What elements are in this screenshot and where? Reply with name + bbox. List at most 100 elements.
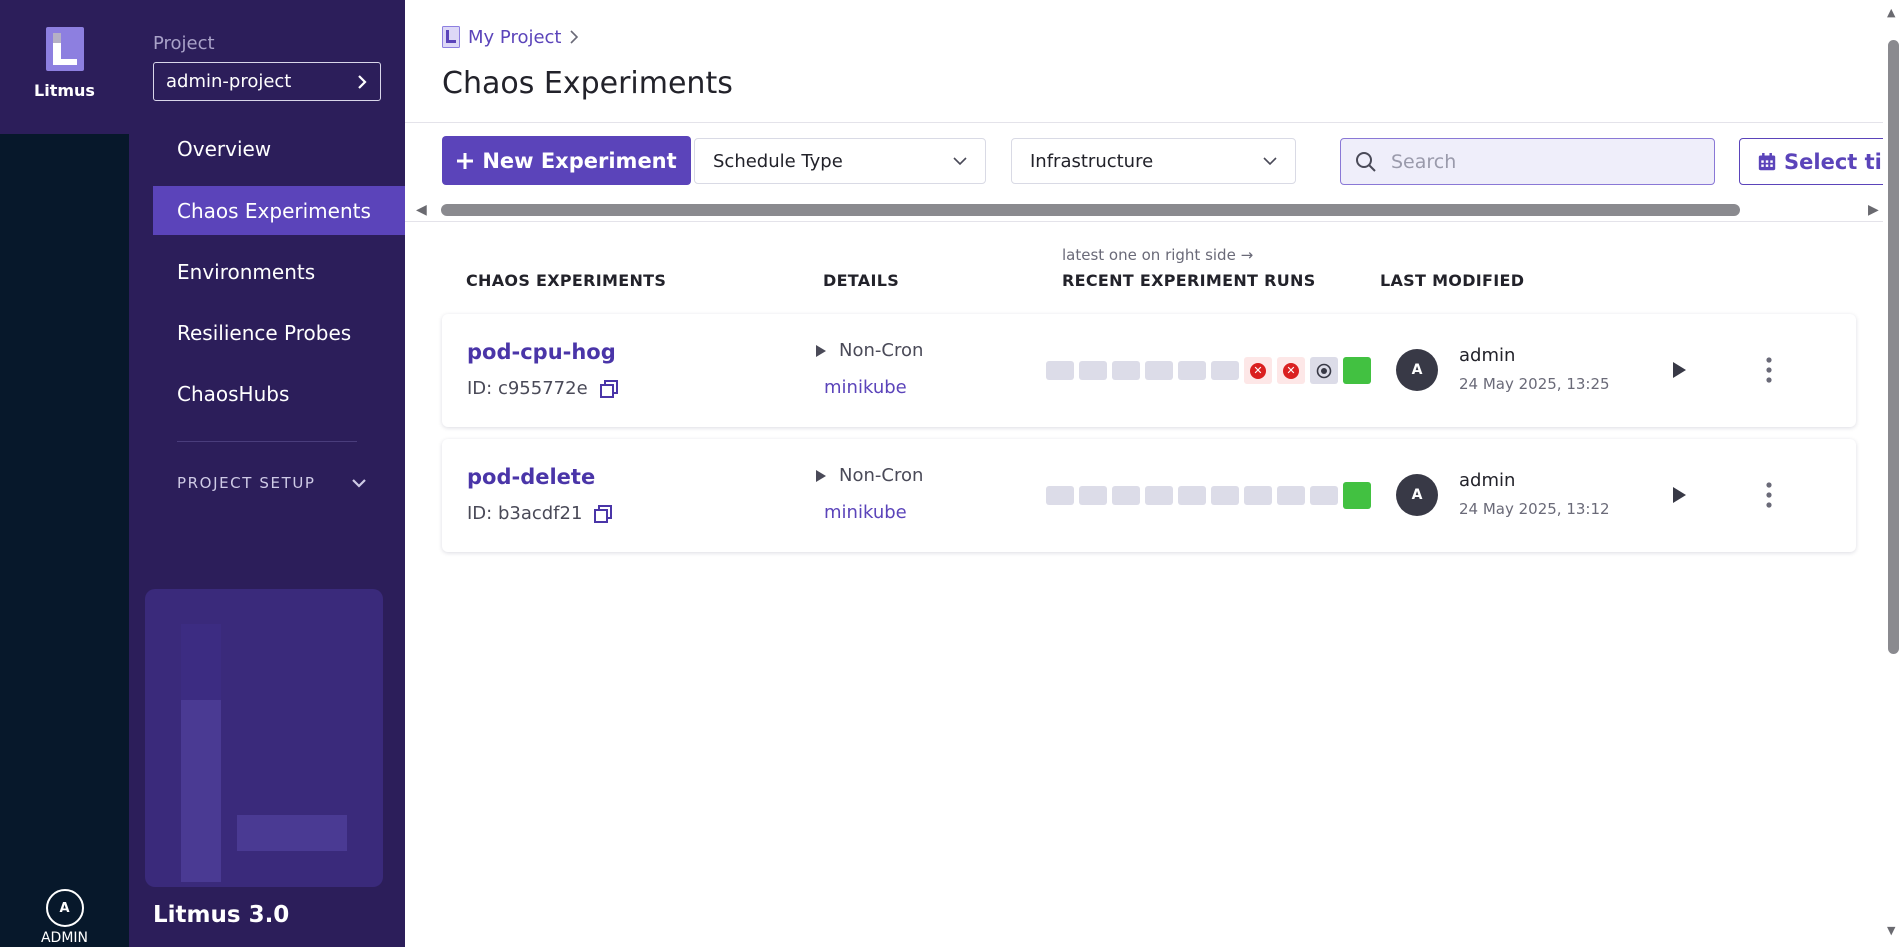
copy-icon[interactable]: [594, 504, 613, 523]
table-row[interactable]: pod-cpu-hog ID: c955772e Non-Cron miniku…: [442, 314, 1856, 427]
run-status-empty: [1046, 361, 1074, 380]
app-rail: Litmus A ADMIN: [0, 0, 129, 947]
column-header-details: DETAILS: [823, 271, 900, 290]
new-experiment-button[interactable]: New Experiment: [442, 136, 691, 185]
toolbar-divider: [405, 221, 1883, 222]
sidebar-item-label: Overview: [177, 136, 272, 161]
project-name: admin-project: [166, 71, 292, 92]
chevron-down-icon: [1263, 156, 1277, 165]
experiment-name[interactable]: pod-cpu-hog: [467, 340, 616, 364]
litmus-logo-icon: [45, 27, 84, 71]
user-avatar[interactable]: A: [45, 889, 84, 927]
recent-runs: [1046, 482, 1371, 509]
illustration-bar: [237, 815, 347, 851]
more-options-button[interactable]: [1758, 354, 1780, 386]
experiment-id-text: ID: b3acdf21: [467, 503, 583, 524]
scroll-up-icon[interactable]: ▲: [1887, 6, 1895, 19]
plus-icon: [457, 152, 474, 169]
new-experiment-label: New Experiment: [482, 148, 677, 173]
error-icon: ✕: [1283, 362, 1299, 379]
project-selector[interactable]: admin-project: [153, 62, 381, 101]
select-time-label: Select time: [1784, 149, 1883, 174]
select-time-button[interactable]: Select time: [1739, 138, 1883, 185]
sidebar-item-resilience-probes[interactable]: Resilience Probes: [153, 308, 405, 357]
sidebar-item-overview[interactable]: Overview: [153, 124, 405, 173]
modified-time: 24 May 2025, 13:25: [1459, 375, 1610, 393]
chevron-down-icon: [352, 479, 366, 488]
run-status-empty: [1211, 486, 1239, 505]
run-experiment-button[interactable]: [1668, 484, 1690, 506]
user-menu[interactable]: A ADMIN: [0, 889, 129, 947]
play-icon: [1673, 362, 1686, 378]
kebab-menu-icon: [1766, 357, 1772, 383]
run-status-failed[interactable]: ✕: [1244, 357, 1272, 384]
sidebar-item-chaos-experiments[interactable]: Chaos Experiments: [153, 186, 405, 235]
run-status-empty: [1211, 361, 1239, 380]
project-setup-toggle[interactable]: PROJECT SETUP: [177, 474, 367, 492]
experiment-name[interactable]: pod-delete: [467, 465, 595, 489]
project-label: Project: [153, 33, 215, 54]
sidebar-item-label: Chaos Experiments: [177, 198, 371, 223]
breadcrumb[interactable]: My Project: [442, 26, 578, 48]
app-name: Litmus: [34, 81, 95, 100]
experiment-id: ID: c955772e: [467, 378, 618, 399]
table-row[interactable]: pod-delete ID: b3acdf21 Non-Cron minikub…: [442, 439, 1856, 552]
vertical-scrollbar[interactable]: ▲ ▼: [1883, 2, 1904, 942]
column-header-runs: RECENT EXPERIMENT RUNS: [1062, 271, 1316, 290]
scrollbar-thumb[interactable]: [441, 204, 1740, 216]
app-logo-block[interactable]: Litmus: [0, 0, 129, 134]
search-input[interactable]: [1391, 150, 1691, 173]
schedule-type-dropdown[interactable]: Schedule Type: [694, 138, 986, 184]
infrastructure-label: Infrastructure: [1030, 150, 1154, 172]
run-status-empty: [1112, 361, 1140, 380]
project-sidebar: Project admin-project Overview Chaos Exp…: [129, 0, 534, 947]
play-icon: [1673, 487, 1686, 503]
play-small-icon: [816, 344, 826, 357]
project-icon: [442, 26, 460, 48]
main-content: My Project Chaos Experiments New Experim…: [405, 2, 1883, 942]
infrastructure-link[interactable]: minikube: [824, 377, 907, 398]
chevron-down-icon: [953, 156, 967, 165]
sidebar-item-chaoshubs[interactable]: ChaosHubs: [153, 369, 405, 418]
schedule-type-label: Schedule Type: [713, 150, 843, 172]
run-status-empty: [1145, 361, 1173, 380]
copy-icon[interactable]: [599, 379, 618, 398]
sidebar-item-label: ChaosHubs: [177, 381, 290, 406]
breadcrumb-my-project[interactable]: My Project: [468, 27, 562, 48]
run-experiment-button[interactable]: [1668, 359, 1690, 381]
run-status-empty: [1079, 486, 1107, 505]
horizontal-scrollbar[interactable]: ◀ ▶: [405, 199, 1883, 222]
run-status-success[interactable]: [1343, 482, 1371, 509]
runs-hint: latest one on right side →: [1062, 246, 1254, 264]
search-icon: [1356, 151, 1376, 172]
scroll-right-icon[interactable]: ▶: [1868, 202, 1879, 218]
chevron-right-icon: [569, 30, 578, 44]
run-status-empty: [1178, 361, 1206, 380]
chevron-right-icon: [358, 74, 367, 89]
run-status-empty: [1277, 486, 1305, 505]
sidebar-item-label: Resilience Probes: [177, 320, 352, 345]
modified-by: admin: [1459, 470, 1516, 491]
run-status-stopped[interactable]: [1310, 357, 1338, 384]
run-status-success[interactable]: [1343, 357, 1371, 384]
stopped-icon: [1316, 363, 1332, 378]
recent-runs: ✕ ✕: [1046, 357, 1371, 384]
column-header-last-modified: LAST MODIFIED: [1380, 271, 1525, 290]
scroll-left-icon[interactable]: ◀: [416, 202, 427, 218]
page-title: Chaos Experiments: [442, 66, 733, 101]
sidebar-illustration: [145, 589, 383, 887]
infrastructure-dropdown[interactable]: Infrastructure: [1011, 138, 1296, 184]
kebab-menu-icon: [1766, 482, 1772, 508]
sidebar-item-environments[interactable]: Environments: [153, 247, 405, 296]
more-options-button[interactable]: [1758, 479, 1780, 511]
infrastructure-link[interactable]: minikube: [824, 502, 907, 523]
search-box[interactable]: [1340, 138, 1715, 185]
calendar-icon: [1758, 152, 1776, 170]
schedule-text: Non-Cron: [839, 340, 924, 361]
run-status-failed[interactable]: ✕: [1277, 357, 1305, 384]
run-status-empty: [1145, 486, 1173, 505]
scrollbar-thumb[interactable]: [1888, 40, 1899, 654]
scroll-down-icon[interactable]: ▼: [1887, 924, 1895, 937]
illustration-bar-shade: [181, 624, 221, 700]
experiment-id-text: ID: c955772e: [467, 378, 588, 399]
